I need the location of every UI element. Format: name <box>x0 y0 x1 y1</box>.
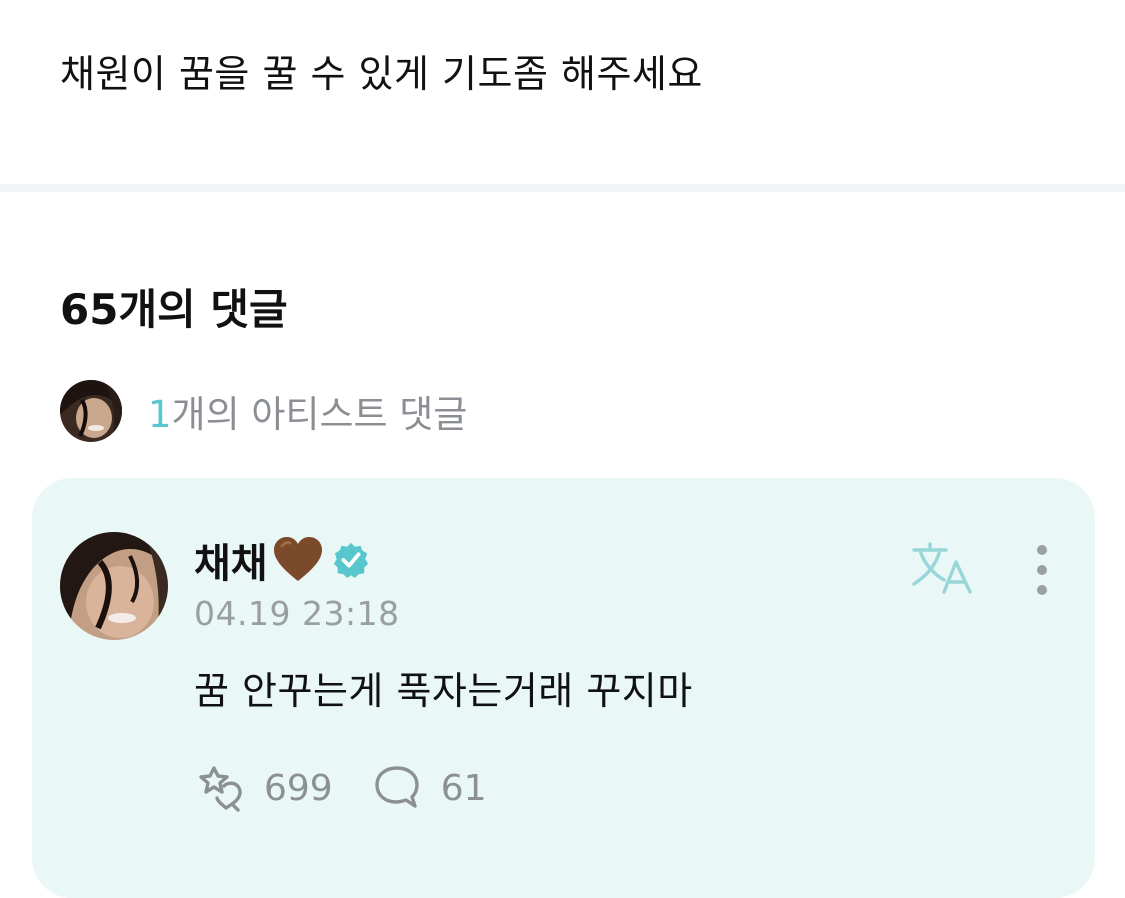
sparkle-heart-icon <box>199 766 242 812</box>
author-name[interactable]: 채채 <box>194 531 268 589</box>
author-avatar[interactable] <box>60 532 168 640</box>
artist-comments-link[interactable]: 1개의 아티스트 댓글 <box>60 380 467 442</box>
speech-bubble-icon <box>375 766 419 808</box>
author-row: 채채 <box>194 530 370 590</box>
comment-actions: 699 61 <box>194 762 487 814</box>
verified-badge-icon <box>333 542 368 579</box>
translate-button[interactable] <box>910 540 976 596</box>
reply-count: 61 <box>440 767 487 809</box>
section-divider <box>0 184 1125 192</box>
comments-heading: 65개의 댓글 <box>60 285 288 334</box>
more-options-button[interactable] <box>1024 540 1060 600</box>
artist-comment-count: 1 <box>148 393 172 436</box>
reaction-button[interactable]: 699 <box>194 762 333 814</box>
reaction-count: 699 <box>264 767 333 809</box>
post-text: 채원이 꿈을 꿀 수 있게 기도좀 해주세요 <box>60 52 703 96</box>
artist-comments-text: 개의 아티스트 댓글 <box>171 393 468 436</box>
heart-icon <box>273 537 322 581</box>
translate-icon <box>912 542 972 594</box>
comment-body: 꿈 안꾸는게 푹자는거래 꾸지마 <box>194 669 693 713</box>
artist-comments-label: 1개의 아티스트 댓글 <box>148 384 467 438</box>
artist-avatar <box>60 380 122 442</box>
comment-timestamp: 04.19 23:18 <box>194 594 400 633</box>
more-vertical-icon <box>1037 545 1047 595</box>
reply-button[interactable]: 61 <box>371 762 487 814</box>
artist-comment-card: 채채 04.19 23:18 꿈 안꾸는게 푹자는거래 꾸지마 699 61 <box>32 478 1095 898</box>
